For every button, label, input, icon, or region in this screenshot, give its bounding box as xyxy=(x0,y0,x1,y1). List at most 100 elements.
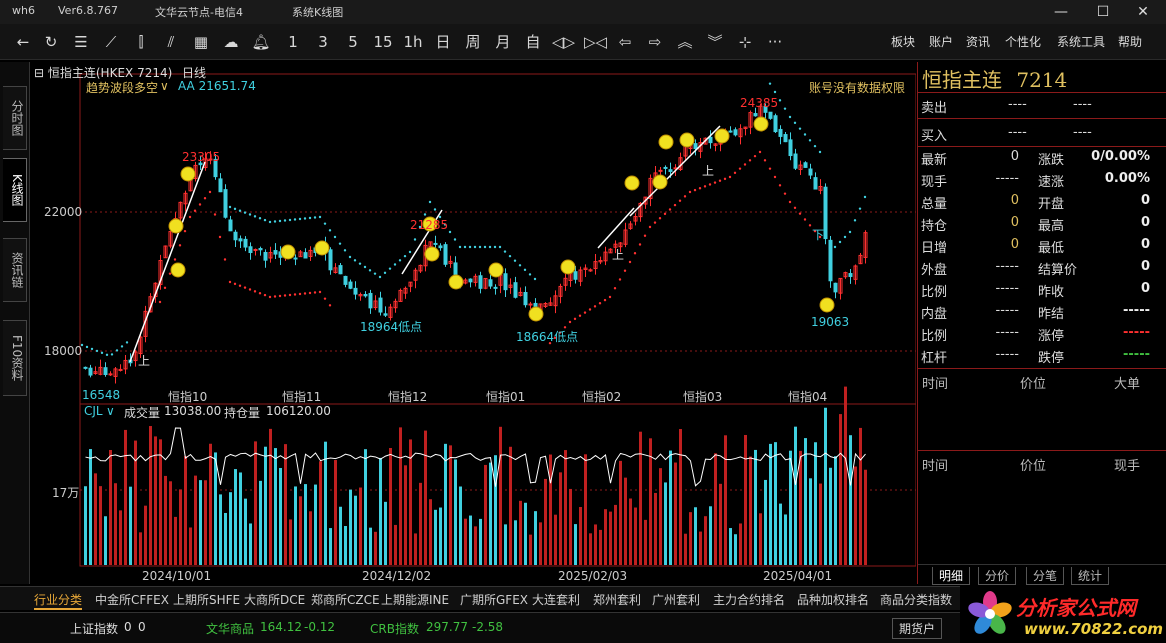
chevron-down-icon[interactable]: ∨ xyxy=(160,79,169,93)
quote-left-value: 0 xyxy=(1010,149,1019,164)
date-label: 2024/12/02 xyxy=(362,569,432,583)
period-month[interactable]: 月 xyxy=(492,30,514,54)
stop-dot-bear xyxy=(95,349,99,353)
volume-bar xyxy=(844,386,847,565)
menu-personalize[interactable]: 个性化 xyxy=(1005,33,1041,50)
volume-bar xyxy=(199,480,202,565)
tab-price-dist[interactable]: 分价 xyxy=(978,567,1017,585)
quote-left-label: 内盘 xyxy=(921,307,948,322)
volume-bar xyxy=(374,531,377,565)
refresh-icon[interactable]: ↻ xyxy=(40,30,62,54)
zoom-out-icon[interactable]: ▷◁ xyxy=(584,30,607,54)
exchange-tab[interactable]: 行业分类 xyxy=(34,591,83,610)
chevron-down-icon[interactable]: ∨ xyxy=(106,404,115,418)
candle-body xyxy=(368,292,373,309)
exchange-tab[interactable]: 主力合约排名 xyxy=(713,591,785,608)
period-day[interactable]: 日 xyxy=(432,30,454,54)
candle-icon[interactable]: ⫿ xyxy=(130,30,152,54)
smiley-signal-icon xyxy=(652,174,668,190)
menu-sector[interactable]: 板块 xyxy=(891,33,915,50)
stop-dot-bull xyxy=(668,208,672,211)
stop-dot-bull xyxy=(588,308,592,311)
quote-left-value: ----- xyxy=(995,347,1019,362)
volume-bar xyxy=(769,443,772,565)
exchange-tab[interactable]: 上期能源INE xyxy=(381,591,449,608)
tab-news-chain[interactable]: 资讯链 xyxy=(3,238,27,302)
candle-body xyxy=(383,313,388,316)
tab-kline[interactable]: K线图 xyxy=(3,158,27,222)
tab-stats[interactable]: 统计 xyxy=(1071,567,1110,585)
signal-up-label: 上 xyxy=(138,354,151,368)
menu-help[interactable]: 帮助 xyxy=(1118,33,1142,50)
maximize-icon[interactable]: ☐ xyxy=(1088,2,1118,22)
tab-f10[interactable]: F10资料 xyxy=(3,320,27,396)
stop-dot-bull xyxy=(568,320,572,324)
more-icon[interactable]: ··· xyxy=(764,30,786,54)
tab-timeshare[interactable]: 分时图 xyxy=(3,86,27,150)
stop-dot-bull xyxy=(768,167,772,170)
stop-dot-bear xyxy=(85,345,89,349)
period-3[interactable]: 3 xyxy=(312,30,334,54)
period-5[interactable]: 5 xyxy=(342,30,364,54)
stop-dot-bull xyxy=(673,203,677,207)
quote-code: 7214 xyxy=(1016,68,1068,92)
period-week[interactable]: 周 xyxy=(462,30,484,54)
move-left-icon[interactable]: ⇦ xyxy=(614,30,636,54)
volume-bar xyxy=(189,527,192,565)
zoom-in-icon[interactable]: ◁▷ xyxy=(552,30,575,54)
cloud-icon[interactable]: ☁ xyxy=(220,30,242,54)
exchange-tab[interactable]: 广期所GFEX xyxy=(460,591,528,608)
exchange-tab[interactable]: 品种加权排名 xyxy=(797,591,869,608)
stop-dot-bear xyxy=(408,250,412,254)
divider xyxy=(918,118,1166,119)
exchange-tab[interactable]: 大连套利 xyxy=(532,591,580,608)
kline-chart-svg[interactable] xyxy=(30,62,916,584)
bell-icon[interactable]: 🔔︎ xyxy=(250,30,272,54)
smiley-signal-icon xyxy=(624,175,640,191)
tab-tick[interactable]: 分笔 xyxy=(1026,567,1065,585)
exchange-tab[interactable]: 上期所SHFE xyxy=(173,591,240,608)
stop-dot-bear xyxy=(413,238,417,241)
crosshair-icon[interactable]: ⊹ xyxy=(734,30,756,54)
menu-account[interactable]: 账户 xyxy=(929,33,953,50)
stop-dot-bull xyxy=(208,190,212,194)
quote-right-value: ----- xyxy=(1123,347,1150,362)
exchange-tab[interactable]: 中金所CFFEX xyxy=(95,591,169,608)
volume-indicator-name[interactable]: CJL xyxy=(84,404,103,418)
candle-body xyxy=(378,297,383,313)
list-icon[interactable]: ☰ xyxy=(70,30,92,54)
volume-bar xyxy=(314,484,317,565)
period-1[interactable]: 1 xyxy=(282,30,304,54)
exchange-tab[interactable]: 广州套利 xyxy=(652,591,700,608)
exchange-tab[interactable]: 商品分类指数 xyxy=(880,591,952,608)
volume-bar xyxy=(679,429,682,565)
kline-chart-area[interactable]: ⊟ 恒指主连(HKEX 7214) 日线 趋势波段多空 ∨ AA 21651.7… xyxy=(30,62,916,584)
line-chart-icon[interactable]: ⟋ xyxy=(100,30,122,54)
menu-news[interactable]: 资讯 xyxy=(966,33,990,50)
stop-dot-bear xyxy=(838,240,842,244)
page-up-icon[interactable]: ︽ xyxy=(674,30,696,54)
volume-bar xyxy=(639,431,642,565)
stop-dot-bull xyxy=(793,206,797,210)
indicator-name[interactable]: 趋势波段多空 xyxy=(86,79,158,96)
close-icon[interactable]: ✕ xyxy=(1128,2,1158,22)
period-1h[interactable]: 1h xyxy=(402,30,424,54)
stop-dot-bear xyxy=(398,259,402,262)
quote-right-label: 最高 xyxy=(1038,219,1065,234)
period-custom[interactable]: 自 xyxy=(522,30,544,54)
back-arrow-icon[interactable]: ← xyxy=(12,30,34,54)
move-right-icon[interactable]: ⇨ xyxy=(644,30,666,54)
exchange-tab[interactable]: 郑州套利 xyxy=(593,591,641,608)
page-down-icon[interactable]: ︾ xyxy=(704,30,726,54)
exchange-tab[interactable]: 大商所DCE xyxy=(244,591,305,608)
minimize-icon[interactable]: — xyxy=(1046,2,1076,22)
futures-account-button[interactable]: 期货户 xyxy=(892,618,943,639)
exchange-tab[interactable]: 郑商所CZCE xyxy=(311,591,380,608)
period-15[interactable]: 15 xyxy=(372,30,394,54)
stop-dot-bear xyxy=(808,139,812,142)
tab-detail[interactable]: 明细 xyxy=(932,567,971,585)
tick-icon[interactable]: ⫽ xyxy=(160,30,182,54)
menu-system-tools[interactable]: 系统工具 xyxy=(1057,33,1105,50)
grid-icon[interactable]: ▦ xyxy=(190,30,212,54)
stop-dot-bear xyxy=(268,220,272,224)
